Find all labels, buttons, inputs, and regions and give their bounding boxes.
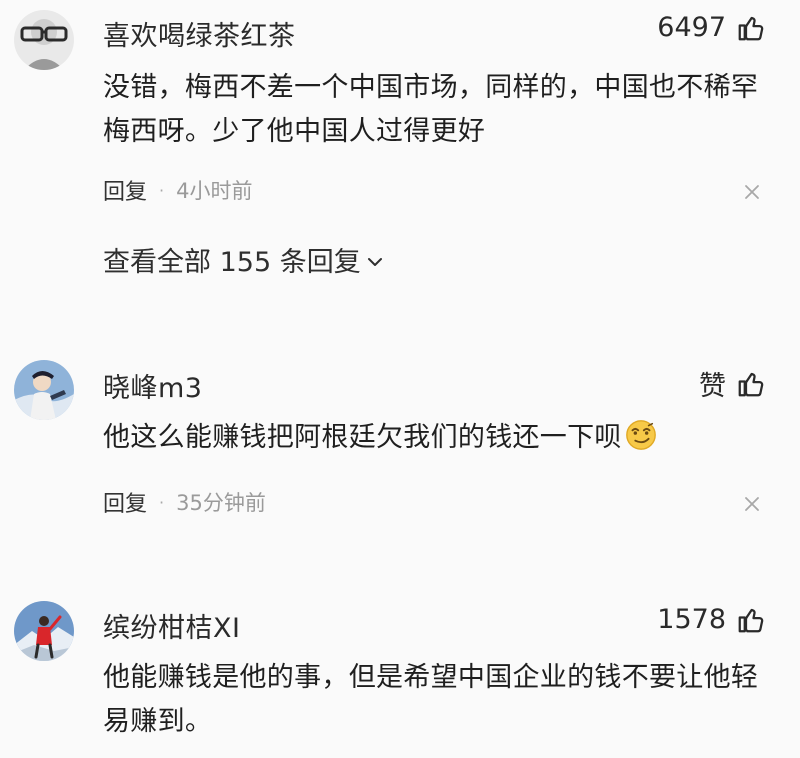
thumbs-up-icon	[736, 605, 766, 635]
username[interactable]: 缤纷柑桔XI	[103, 606, 240, 645]
comment-meta: 回复 · 35分钟前	[103, 486, 266, 518]
timestamp: 35分钟前	[176, 491, 266, 515]
comment-text: 没错，梅西不差一个中国市场，同样的，中国也不稀罕梅西呀。少了他中国人过得更好	[103, 72, 759, 147]
avatar[interactable]	[14, 360, 74, 420]
like-count: 1578	[657, 604, 726, 635]
avatar[interactable]	[14, 601, 74, 661]
reply-button[interactable]: 回复	[103, 174, 147, 206]
separator-dot: ·	[159, 492, 165, 512]
comment-text-wrap: 他这么能赚钱把阿根廷欠我们的钱还一下呗	[103, 416, 763, 466]
username[interactable]: 喜欢喝绿茶红茶	[103, 14, 296, 53]
comment-list: 喜欢喝绿茶红茶 6497 没错，梅西不差一个中国市场，同样的，中国也不稀罕梅西呀…	[0, 0, 800, 758]
comment-text: 他能赚钱是他的事，但是希望中国企业的钱不要让他轻易赚到。	[103, 662, 759, 737]
avatar-image	[14, 601, 74, 661]
chevron-down-icon	[365, 248, 385, 272]
avatar[interactable]	[14, 10, 74, 70]
close-icon[interactable]	[742, 182, 762, 202]
like-button[interactable]: 1578	[657, 604, 766, 635]
timestamp: 4小时前	[176, 179, 253, 203]
smirking-face-emoji	[624, 418, 658, 466]
like-count: 6497	[657, 12, 726, 43]
like-button[interactable]: 6497	[657, 12, 766, 43]
avatar-image	[14, 10, 74, 70]
username[interactable]: 晓峰m3	[103, 366, 202, 405]
reply-button[interactable]: 回复	[103, 486, 147, 518]
close-icon[interactable]	[742, 494, 762, 514]
separator-dot: ·	[159, 180, 165, 200]
avatar-image	[14, 360, 74, 420]
comment-meta: 回复 · 4小时前	[103, 174, 252, 206]
like-button[interactable]: 赞	[699, 364, 766, 403]
thumbs-up-icon	[736, 13, 766, 43]
view-all-replies-label: 查看全部 155 条回复	[103, 247, 361, 278]
view-all-replies-link[interactable]: 查看全部 155 条回复	[103, 240, 385, 279]
like-label: 赞	[699, 371, 726, 402]
comment-text: 他这么能赚钱把阿根廷欠我们的钱还一下呗	[103, 422, 622, 453]
thumbs-up-icon	[736, 369, 766, 399]
